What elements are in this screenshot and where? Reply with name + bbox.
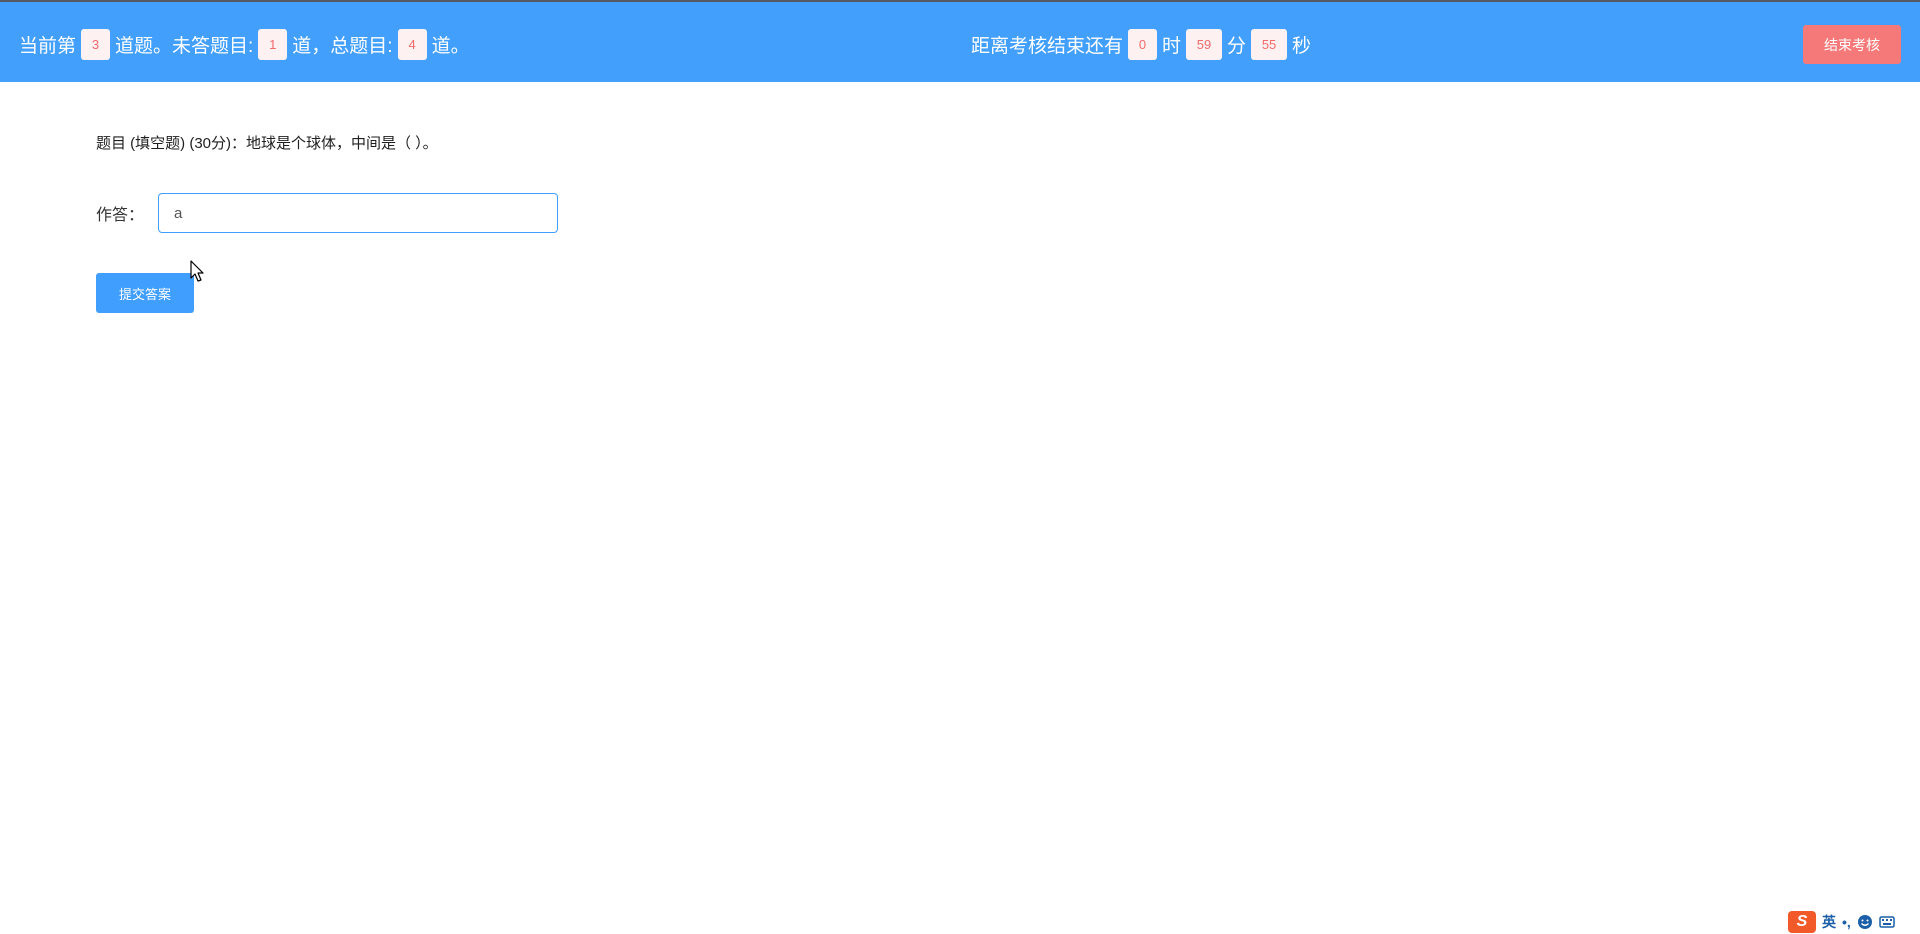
progress-prefix: 当前第 xyxy=(19,35,77,57)
answer-label: 作答： xyxy=(96,207,145,224)
mouse-cursor-icon xyxy=(190,260,204,282)
answer-row: 作答： xyxy=(96,193,559,233)
keyboard-icon[interactable] xyxy=(1879,914,1895,930)
current-question-badge: 3 xyxy=(81,28,111,60)
emoji-icon[interactable] xyxy=(1857,914,1873,930)
ime-toolbar[interactable]: S 英 •, xyxy=(1788,910,1895,934)
timer-seconds-unit: 秒 xyxy=(1292,35,1312,57)
progress-mid2: 道，总题目: xyxy=(292,35,393,57)
ime-language-toggle[interactable]: 英 xyxy=(1822,912,1836,932)
timer-minutes-unit: 分 xyxy=(1227,35,1247,57)
timer-seconds-badge: 55 xyxy=(1251,28,1288,60)
end-exam-button[interactable]: 结束考核 xyxy=(1803,25,1901,64)
total-badge: 4 xyxy=(397,28,427,60)
ime-punctuation-toggle[interactable]: •, xyxy=(1842,914,1851,930)
answer-input[interactable] xyxy=(158,193,559,233)
timer-hours-badge: 0 xyxy=(1128,28,1158,60)
question-text: 题目 (填空题) (30分)：地球是个球体，中间是（ ）。 xyxy=(96,135,438,152)
sogou-logo-icon[interactable]: S xyxy=(1788,911,1816,933)
timer-minutes-badge: 59 xyxy=(1186,28,1223,60)
timer-hours-unit: 时 xyxy=(1162,35,1182,57)
unanswered-badge: 1 xyxy=(258,28,288,60)
submit-answer-button[interactable]: 提交答案 xyxy=(96,273,194,313)
progress-info: 当前第 3 道题。未答题目: 1 道，总题目: 4 道。 xyxy=(19,28,470,60)
exam-header: 当前第 3 道题。未答题目: 1 道，总题目: 4 道。 距离考核结束还有 0 … xyxy=(0,2,1920,82)
progress-mid1: 道题。未答题目: xyxy=(115,35,254,57)
timer-prefix: 距离考核结束还有 xyxy=(971,35,1124,57)
progress-suffix: 道。 xyxy=(431,35,470,57)
countdown-timer: 距离考核结束还有 0 时 59 分 55 秒 xyxy=(971,28,1311,60)
